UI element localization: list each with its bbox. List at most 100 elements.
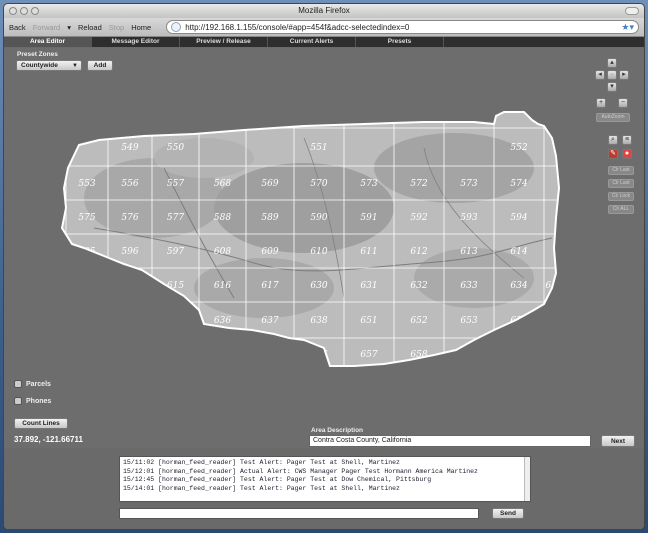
list-icon[interactable]: ≡ xyxy=(622,135,632,145)
parcels-layer-toggle[interactable]: Parcels xyxy=(14,380,51,388)
zone-label[interactable]: 638 xyxy=(310,316,327,326)
zone-label[interactable]: 569 xyxy=(261,179,278,189)
zone-label[interactable]: 591 xyxy=(360,213,377,223)
area-description-field[interactable]: Contra Costa County, California xyxy=(309,435,591,447)
zone-label[interactable]: 572 xyxy=(410,179,427,189)
magnifier-icon[interactable]: ⌕ xyxy=(608,135,618,145)
pan-right-icon[interactable]: ▸ xyxy=(619,70,629,80)
pan-down-icon[interactable]: ▾ xyxy=(607,82,617,92)
record-icon[interactable]: ● xyxy=(622,149,632,159)
zone-label[interactable]: 594 xyxy=(510,213,527,223)
zone-label[interactable]: 568 xyxy=(214,179,231,189)
zone-label[interactable]: 556 xyxy=(121,179,138,189)
forward-button[interactable]: Forward xyxy=(33,23,61,32)
pan-up-icon[interactable]: ▴ xyxy=(607,58,617,68)
home-button[interactable]: Home xyxy=(131,23,151,32)
pan-center-icon[interactable]: · xyxy=(607,70,617,80)
next-button[interactable]: Next xyxy=(601,435,635,447)
zone-label[interactable]: 612 xyxy=(410,247,427,257)
area-description-label: Area Description xyxy=(311,427,364,434)
zone-label[interactable]: 576 xyxy=(121,213,138,223)
zone-map[interactable]: 549 550 551 552 553 556 557 568 569 570 573 572 573 5… xyxy=(4,48,644,448)
zone-label[interactable]: 631 xyxy=(360,281,377,291)
zone-label[interactable]: 553 xyxy=(78,179,95,189)
zoom-in-icon[interactable]: + xyxy=(596,98,606,108)
zone-label[interactable]: 657 xyxy=(360,350,377,360)
zone-label[interactable]: 557 xyxy=(167,179,184,189)
back-button[interactable]: Back xyxy=(9,23,26,32)
preset-zone-select[interactable]: Countywide ▼ xyxy=(16,60,82,71)
add-preset-button[interactable]: Add xyxy=(87,60,113,71)
zone-label[interactable]: 589 xyxy=(261,213,278,223)
bookmark-star-icon[interactable]: ★▾ xyxy=(621,22,638,33)
zone-label[interactable]: 550 xyxy=(167,143,184,153)
zone-label[interactable]: 575 xyxy=(78,213,95,223)
phones-layer-toggle[interactable]: Phones xyxy=(14,397,51,405)
zone-label[interactable]: 614 xyxy=(510,247,527,257)
alert-log[interactable]: 15/11:02 [horman_feed_reader] Test Alert… xyxy=(119,456,531,502)
zone-label[interactable]: 573 xyxy=(360,179,377,189)
clear-last-2-button[interactable]: Clr Last xyxy=(608,179,634,188)
zone-label[interactable]: 613 xyxy=(460,247,477,257)
zone-label[interactable]: 611 xyxy=(360,247,377,257)
tab-presets[interactable]: Presets xyxy=(356,37,444,47)
zone-label[interactable]: 651 xyxy=(360,316,377,326)
message-input[interactable] xyxy=(119,508,479,519)
phones-checkbox[interactable] xyxy=(14,397,22,405)
toolbar-toggle-button[interactable] xyxy=(625,7,639,15)
log-scrollbar[interactable] xyxy=(524,457,530,501)
zone-label[interactable]: 616 xyxy=(214,281,231,291)
tab-area-editor[interactable]: Area Editor xyxy=(4,37,92,47)
url-bar[interactable]: http://192.168.1.155/console/#app=454f&a… xyxy=(166,20,639,34)
zoom-window-button[interactable] xyxy=(31,7,39,15)
zone-label[interactable]: 637 xyxy=(261,316,278,326)
zone-label[interactable]: 596 xyxy=(121,247,138,257)
draw-tool-icon[interactable]: ✎ xyxy=(608,149,618,159)
clear-all-button[interactable]: Clr ALL xyxy=(608,205,634,214)
tab-message-editor[interactable]: Message Editor xyxy=(92,37,180,47)
zone-label[interactable]: 592 xyxy=(410,213,427,223)
zone-label[interactable]: 577 xyxy=(167,213,184,223)
history-dropdown-icon[interactable]: ▾ xyxy=(67,23,71,32)
site-identity-icon[interactable] xyxy=(171,22,182,32)
zone-label[interactable]: 633 xyxy=(460,281,477,291)
zone-label[interactable]: 551 xyxy=(310,143,327,153)
stop-button[interactable]: Stop xyxy=(109,23,124,32)
zone-label[interactable]: 632 xyxy=(410,281,427,291)
reload-button[interactable]: Reload xyxy=(78,23,102,32)
autozoom-button[interactable]: AutoZoom xyxy=(596,113,630,122)
zone-label[interactable]: 597 xyxy=(167,247,184,257)
zone-label[interactable]: 593 xyxy=(460,213,477,223)
zone-label[interactable]: 590 xyxy=(310,213,327,223)
zone-label[interactable]: 656 xyxy=(310,350,327,360)
zone-label[interactable]: 615 xyxy=(167,281,184,291)
zone-label[interactable]: 630 xyxy=(310,281,327,291)
zone-label[interactable]: 654 xyxy=(510,316,527,326)
tab-current-alerts[interactable]: Current Alerts xyxy=(268,37,356,47)
zone-label[interactable]: 609 xyxy=(261,247,278,257)
zone-label[interactable]: 588 xyxy=(214,213,231,223)
close-window-button[interactable] xyxy=(9,7,17,15)
clear-lock-button[interactable]: Clr Lock xyxy=(608,192,634,201)
send-button[interactable]: Send xyxy=(492,508,524,519)
zone-label[interactable]: 573 xyxy=(460,179,477,189)
tab-preview-release[interactable]: Preview / Release xyxy=(180,37,268,47)
parcels-checkbox[interactable] xyxy=(14,380,22,388)
zone-label[interactable]: 652 xyxy=(410,316,427,326)
zone-label[interactable]: 574 xyxy=(510,179,527,189)
pan-left-icon[interactable]: ◂ xyxy=(595,70,605,80)
zone-label[interactable]: 610 xyxy=(310,247,327,257)
minimize-window-button[interactable] xyxy=(20,7,28,15)
count-lines-button[interactable]: Count Lines xyxy=(14,418,68,429)
zone-label[interactable]: 608 xyxy=(214,247,231,257)
clear-last-button[interactable]: Clr Last xyxy=(608,166,634,175)
zone-label[interactable]: 570 xyxy=(310,179,327,189)
zone-label[interactable]: 617 xyxy=(261,281,278,291)
zone-label[interactable]: 655 xyxy=(545,316,562,326)
zone-label[interactable]: 552 xyxy=(510,143,527,153)
zone-label[interactable]: 634 xyxy=(510,281,527,291)
zone-label[interactable]: 636 xyxy=(214,316,231,326)
zone-label[interactable]: 549 xyxy=(121,143,138,153)
zone-label[interactable]: 653 xyxy=(460,316,477,326)
zoom-out-icon[interactable]: − xyxy=(618,98,628,108)
